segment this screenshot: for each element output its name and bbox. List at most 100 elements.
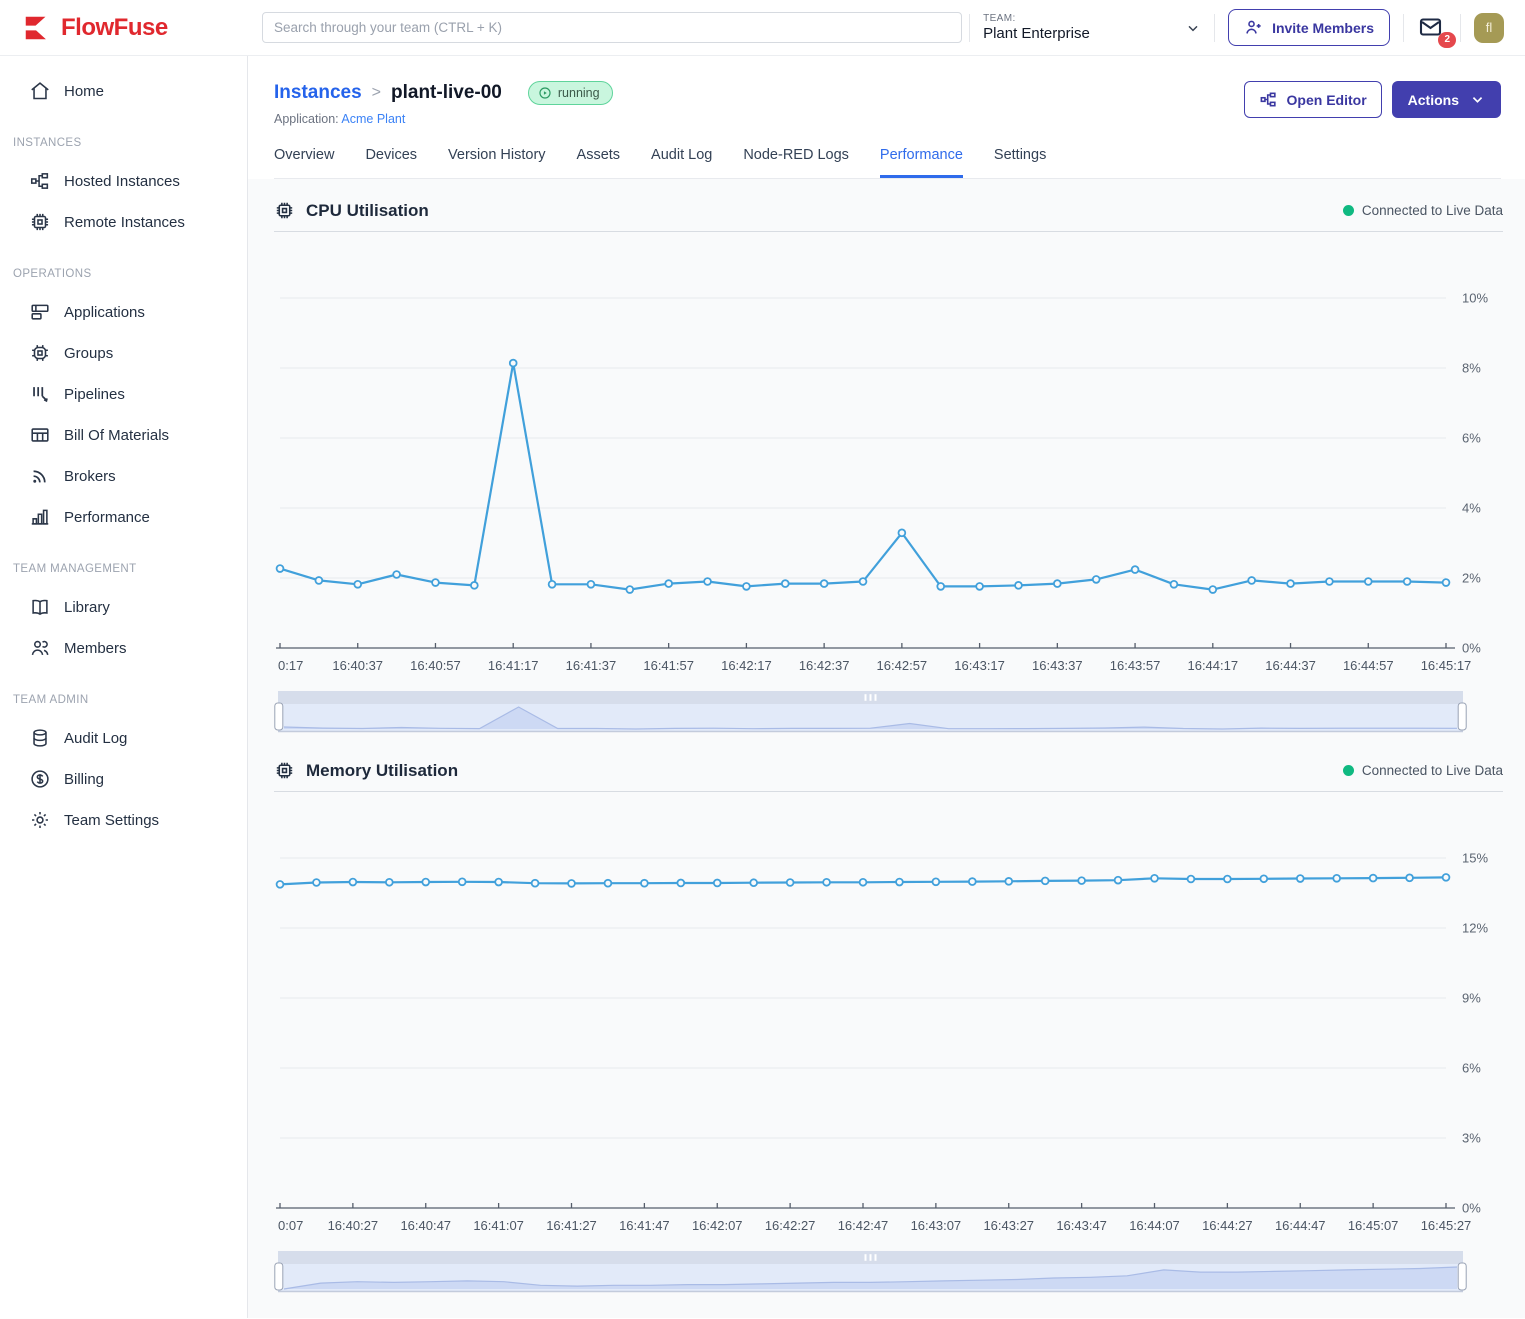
- bar-chart-icon: [29, 506, 51, 528]
- gear-icon: [29, 809, 51, 831]
- live-dot-icon: [1343, 205, 1354, 216]
- divider: [1460, 14, 1461, 42]
- editor-node-icon: [1259, 90, 1278, 109]
- brush-handle-left[interactable]: [275, 703, 283, 730]
- sidebar-item-label: Remote Instances: [64, 214, 185, 231]
- breadcrumb-separator: >: [372, 84, 381, 102]
- tab-settings[interactable]: Settings: [994, 147, 1046, 178]
- sidebar-item-brokers[interactable]: Brokers: [0, 457, 247, 495]
- cpu-live-status-label: Connected to Live Data: [1362, 203, 1503, 218]
- sidebar-item-label: Groups: [64, 345, 113, 362]
- sidebar-item-groups[interactable]: Groups: [0, 334, 247, 372]
- page-header: Instances > plant-live-00 running Applic…: [248, 56, 1525, 179]
- application-line: Application: Acme Plant: [274, 112, 613, 126]
- svg-text:16:41:57: 16:41:57: [643, 658, 694, 673]
- applications-icon: [29, 301, 51, 323]
- sidebar-item-bill-of-materials[interactable]: Bill Of Materials: [0, 416, 247, 454]
- svg-text:16:43:07: 16:43:07: [911, 1218, 962, 1233]
- cpu-utilisation-chart: 0%2%4%6%8%10%0:1716:40:3716:40:5716:41:1…: [274, 234, 1502, 686]
- dollar-circle-icon: [29, 768, 51, 790]
- tab-devices[interactable]: Devices: [365, 147, 417, 178]
- svg-text:4%: 4%: [1462, 501, 1481, 516]
- sidebar-item-label: Brokers: [64, 468, 116, 485]
- search-input[interactable]: [262, 12, 962, 43]
- svg-text:16:44:17: 16:44:17: [1187, 658, 1238, 673]
- tab-performance[interactable]: Performance: [880, 147, 963, 178]
- cpu-zoom-brush[interactable]: [274, 691, 1467, 733]
- svg-text:16:41:37: 16:41:37: [566, 658, 617, 673]
- play-circle-icon: [538, 86, 552, 100]
- notifications-button[interactable]: 2: [1417, 15, 1447, 41]
- sidebar-item-home[interactable]: Home: [0, 72, 247, 110]
- flowfuse-logo[interactable]: FlowFuse: [0, 13, 248, 43]
- svg-text:15%: 15%: [1462, 851, 1488, 866]
- svg-text:16:43:27: 16:43:27: [983, 1218, 1034, 1233]
- brush-handle-left[interactable]: [275, 1263, 283, 1290]
- status-badge: running: [528, 81, 613, 105]
- svg-text:16:42:37: 16:42:37: [799, 658, 850, 673]
- team-selector[interactable]: TEAM: Plant Enterprise: [983, 13, 1201, 42]
- application-link[interactable]: Acme Plant: [341, 112, 405, 126]
- tab-version-history[interactable]: Version History: [448, 147, 546, 178]
- svg-text:9%: 9%: [1462, 991, 1481, 1006]
- svg-text:16:41:17: 16:41:17: [488, 658, 539, 673]
- avatar[interactable]: fl: [1474, 13, 1504, 43]
- open-editor-label: Open Editor: [1287, 92, 1367, 108]
- actions-label: Actions: [1408, 92, 1459, 108]
- sidebar-item-billing[interactable]: Billing: [0, 760, 247, 798]
- memory-zoom-brush[interactable]: [274, 1251, 1467, 1293]
- instance-name: plant-live-00: [391, 82, 502, 104]
- sidebar-item-label: Audit Log: [64, 730, 127, 747]
- sidebar-item-team-settings[interactable]: Team Settings: [0, 801, 247, 839]
- svg-text:0%: 0%: [1462, 641, 1481, 656]
- sidebar-item-performance[interactable]: Performance: [0, 498, 247, 536]
- sidebar-section-team-admin: TEAM ADMIN: [0, 670, 247, 719]
- sidebar-item-label: Team Settings: [64, 812, 159, 829]
- sidebar-item-library[interactable]: Library: [0, 588, 247, 626]
- sidebar-section-instances: INSTANCES: [0, 113, 247, 162]
- svg-text:16:40:37: 16:40:37: [332, 658, 383, 673]
- invite-members-button[interactable]: Invite Members: [1228, 9, 1390, 46]
- svg-text:16:44:47: 16:44:47: [1275, 1218, 1326, 1233]
- svg-text:10%: 10%: [1462, 291, 1488, 306]
- svg-text:16:42:57: 16:42:57: [877, 658, 928, 673]
- divider: [1403, 14, 1404, 42]
- sidebar-item-members[interactable]: Members: [0, 629, 247, 667]
- tab-audit-log[interactable]: Audit Log: [651, 147, 712, 178]
- svg-text:0:07: 0:07: [278, 1218, 303, 1233]
- sidebar-item-remote-instances[interactable]: Remote Instances: [0, 203, 247, 241]
- svg-text:16:44:57: 16:44:57: [1343, 658, 1394, 673]
- open-editor-button[interactable]: Open Editor: [1244, 81, 1382, 118]
- actions-button[interactable]: Actions: [1392, 81, 1501, 118]
- svg-text:16:44:37: 16:44:37: [1265, 658, 1316, 673]
- node-flow-icon: [29, 170, 51, 192]
- sidebar-item-pipelines[interactable]: Pipelines: [0, 375, 247, 413]
- bill-of-materials-icon: [29, 424, 51, 446]
- tab-overview[interactable]: Overview: [274, 147, 334, 178]
- svg-text:16:45:17: 16:45:17: [1421, 658, 1472, 673]
- application-label: Application:: [274, 112, 339, 126]
- memory-utilisation-chart: 0%3%6%9%12%15%0:0716:40:2716:40:4716:41:…: [274, 794, 1502, 1246]
- sidebar-item-audit-log[interactable]: Audit Log: [0, 719, 247, 757]
- brush-handle-right[interactable]: [1458, 703, 1466, 730]
- tab-assets[interactable]: Assets: [577, 147, 621, 178]
- breadcrumb-instances-link[interactable]: Instances: [274, 82, 362, 104]
- svg-text:3%: 3%: [1462, 1131, 1481, 1146]
- svg-text:16:43:37: 16:43:37: [1032, 658, 1083, 673]
- users-icon: [29, 637, 51, 659]
- memory-live-status-label: Connected to Live Data: [1362, 763, 1503, 778]
- cpu-chart-header: CPU Utilisation Connected to Live Data: [274, 185, 1503, 232]
- svg-text:6%: 6%: [1462, 431, 1481, 446]
- top-bar: FlowFuse TEAM: Plant Enterprise Invite M…: [0, 0, 1525, 56]
- cpu-chart-title-text: CPU Utilisation: [306, 201, 429, 221]
- database-icon: [29, 727, 51, 749]
- sidebar-item-label: Home: [64, 83, 104, 100]
- brush-handle-right[interactable]: [1458, 1263, 1466, 1290]
- sidebar-item-hosted-instances[interactable]: Hosted Instances: [0, 162, 247, 200]
- svg-text:0:17: 0:17: [278, 658, 303, 673]
- svg-text:8%: 8%: [1462, 361, 1481, 376]
- live-dot-icon: [1343, 765, 1354, 776]
- tab-node-red-logs[interactable]: Node-RED Logs: [743, 147, 849, 178]
- sidebar-item-applications[interactable]: Applications: [0, 293, 247, 331]
- invite-members-label: Invite Members: [1272, 20, 1374, 36]
